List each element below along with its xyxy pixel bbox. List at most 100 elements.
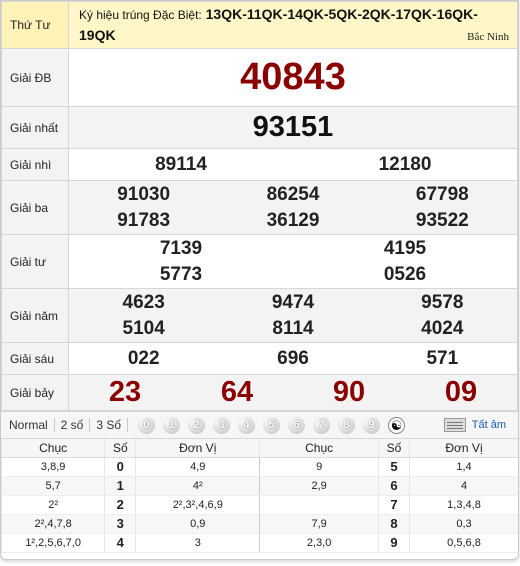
- option-3-so[interactable]: 3 Số: [90, 418, 129, 432]
- table-row: 1²,2,5,6,7,0 4 3 2,3,0 9 0,5,6,8: [1, 533, 518, 553]
- loto-cell-so: 2: [104, 495, 136, 515]
- prize-label-nhat: Giải nhất: [1, 106, 69, 149]
- loto-cell-so: 8: [378, 514, 410, 534]
- loto-cell-so: 4: [104, 533, 136, 553]
- digit-1-button[interactable]: 1: [163, 416, 181, 434]
- loto-header-chuc: Chục: [1, 439, 105, 458]
- prize-nhi-value: 12180: [378, 153, 432, 175]
- prize-label-nam: Giải năm: [1, 288, 69, 343]
- loto-header-don-vi: Đơn Vị: [409, 439, 518, 458]
- prize-label-bay: Giải bảy: [1, 374, 69, 411]
- loto-cell-chuc: [259, 495, 379, 515]
- prize-nam-value: 5104: [122, 317, 165, 339]
- loto-cell-don-vi: 4: [409, 476, 518, 496]
- prize-ba-value: 93522: [415, 209, 469, 231]
- loto-table: Chục Số Đơn Vị Chục Số Đơn Vị 3,8,9 0 4,9 9…: [1, 439, 518, 553]
- loto-cell-so: 6: [378, 476, 410, 496]
- prize-bay-value: 09: [444, 376, 478, 408]
- loto-cell-chuc: 2²: [1, 495, 105, 515]
- digit-3-button[interactable]: 3: [213, 416, 231, 434]
- prize-nhi-value: 89114: [155, 153, 207, 175]
- loto-cell-chuc: 2,3,0: [259, 533, 379, 553]
- loto-cell-don-vi: 0,3: [409, 514, 518, 534]
- loto-cell-so: 0: [104, 457, 136, 477]
- table-row: 2²,4,7,8 3 0,9 7,9 8 0,3: [1, 514, 518, 534]
- loto-cell-chuc: 1²,2,5,6,7,0: [1, 533, 105, 553]
- loto-cell-don-vi: 3: [135, 533, 261, 553]
- result-table: Thứ Tư Ký hiệu trúng Đặc Biệt: 13QK-11QK…: [1, 1, 518, 411]
- numbers-icon[interactable]: [443, 418, 466, 432]
- prize-nhat-value: 93151: [252, 111, 334, 143]
- loto-cell-don-vi: 1,4: [409, 457, 518, 477]
- digit-9-button[interactable]: 9: [363, 416, 381, 434]
- prize-ba-value: 36129: [266, 209, 320, 231]
- loto-cell-so: 3: [104, 514, 136, 534]
- prize-label-db: Giải ĐB: [1, 48, 69, 107]
- prize-ba-value: 91030: [117, 183, 171, 205]
- prize-label-nhi: Giải nhì: [1, 148, 69, 181]
- loto-cell-don-vi: 4²: [135, 476, 261, 496]
- loto-cell-don-vi: 4,9: [135, 457, 261, 477]
- day-label: Thứ Tư: [1, 1, 69, 49]
- prize-db-value: 40843: [240, 56, 346, 98]
- prize-label-tu: Giải tư: [1, 234, 69, 289]
- table-row: 5,7 1 4² 2,9 6 4: [1, 476, 518, 496]
- prize-ba-value: 91783: [117, 209, 171, 231]
- option-normal[interactable]: Normal: [1, 418, 55, 432]
- prize-sau-value: 022: [127, 347, 160, 369]
- loto-header-so: Số: [104, 439, 136, 458]
- prize-nam-value: 8114: [272, 317, 314, 339]
- prize-label-ba: Giải ba: [1, 180, 69, 235]
- option-2-so[interactable]: 2 số: [55, 418, 91, 432]
- prize-bay-value: 23: [108, 376, 142, 408]
- prize-nam-value: 9474: [271, 291, 315, 313]
- loto-cell-don-vi: 0,9: [135, 514, 261, 534]
- loto-cell-so: 9: [378, 533, 410, 553]
- digit-7-button[interactable]: 7: [313, 416, 331, 434]
- loto-header-so: Số: [378, 439, 410, 458]
- prize-nam-value: 4024: [421, 317, 464, 339]
- all-link[interactable]: Tất âm: [472, 419, 506, 431]
- loto-cell-chuc: 2,9: [259, 476, 379, 496]
- prize-tu-value: 5773: [159, 263, 203, 285]
- digit-6-button[interactable]: 6: [288, 416, 306, 434]
- loto-cell-so: 5: [378, 457, 410, 477]
- prize-tu-value: 0526: [383, 263, 427, 285]
- prize-nam-value: 9578: [421, 291, 464, 313]
- prize-sau-value: 571: [426, 347, 459, 369]
- prize-ba-value: 86254: [266, 183, 320, 205]
- table-row: 3,8,9 0 4,9 9 5 1,4: [1, 457, 518, 477]
- digit-0-button[interactable]: 0: [138, 416, 156, 434]
- prize-ba-value: 67798: [415, 183, 469, 205]
- lottery-result-panel: Thứ Tư Ký hiệu trúng Đặc Biệt: 13QK-11QK…: [0, 0, 519, 560]
- loto-cell-don-vi: 2²,3²,4,6,9: [135, 495, 261, 515]
- digit-8-button[interactable]: 8: [338, 416, 356, 434]
- special-code-prefix: Ký hiệu trúng Đặc Biệt:: [79, 8, 202, 22]
- prize-tu-value: 7139: [159, 237, 203, 259]
- prize-sau-value: 696: [277, 347, 309, 369]
- special-code-header: Ký hiệu trúng Đặc Biệt: 13QK-11QK-14QK-5…: [69, 2, 517, 48]
- loto-cell-chuc: 2²,4,7,8: [1, 514, 105, 534]
- loto-cell-don-vi: 1,3,4,8: [409, 495, 518, 515]
- loto-cell-chuc: 7,9: [259, 514, 379, 534]
- digit-5-button[interactable]: 5: [263, 416, 281, 434]
- digit-2-button[interactable]: 2: [188, 416, 206, 434]
- loto-cell-chuc: 5,7: [1, 476, 105, 496]
- digit-4-button[interactable]: 4: [238, 416, 256, 434]
- loto-cell-so: 7: [378, 495, 410, 515]
- prize-bay-value: 90: [332, 376, 366, 408]
- table-row: 2² 2 2²,3²,4,6,9 7 1,3,4,8: [1, 495, 518, 515]
- loto-cell-chuc: 3,8,9: [1, 457, 105, 477]
- prize-nam-value: 4623: [122, 291, 165, 313]
- prize-bay-value: 64: [220, 376, 254, 408]
- loto-cell-so: 1: [104, 476, 136, 496]
- loto-cell-don-vi: 0,5,6,8: [409, 533, 518, 553]
- loto-header-chuc: Chục: [259, 439, 379, 458]
- prize-label-sau: Giải sáu: [1, 342, 69, 375]
- display-toolbar: Normal 2 số 3 Số 0 1 2 3 4 5 6 7 8 9 ☯ T…: [1, 411, 518, 439]
- loto-cell-chuc: 9: [259, 457, 379, 477]
- yin-yang-icon[interactable]: ☯: [388, 416, 406, 434]
- province-label: Bắc Ninh: [467, 31, 509, 43]
- prize-tu-value: 4195: [383, 237, 427, 259]
- digit-filter: 0 1 2 3 4 5 6 7 8 9 ☯: [138, 416, 406, 434]
